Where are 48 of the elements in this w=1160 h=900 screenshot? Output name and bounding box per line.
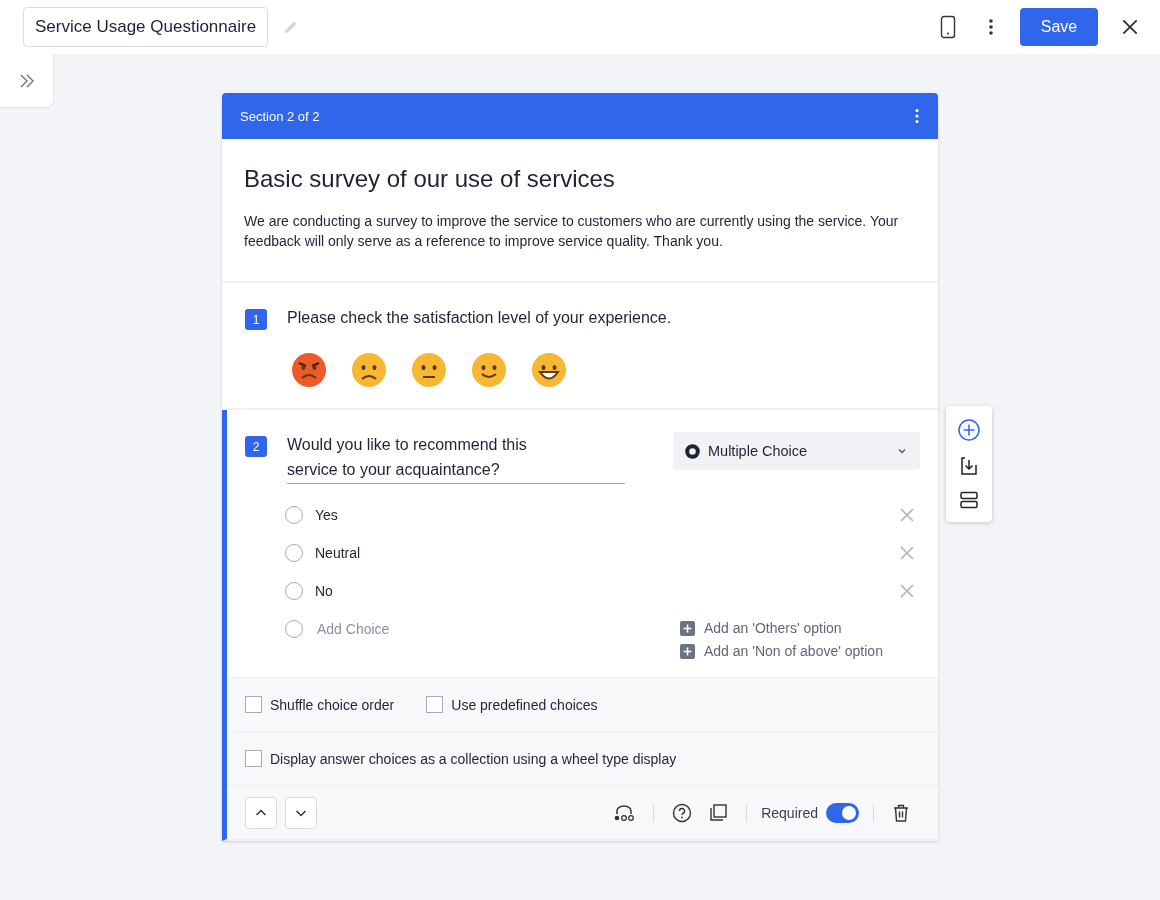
checkbox-label: Shuffle choice order	[270, 696, 395, 713]
choice-label: No	[315, 583, 334, 599]
add-option-link[interactable]: Add an 'Non of above' option	[680, 643, 920, 659]
question-text: Please check the satisfaction level of your experience.	[287, 308, 672, 328]
grinning-face-icon	[531, 352, 567, 388]
checkbox[interactable]	[426, 696, 444, 713]
copy-icon	[708, 802, 729, 823]
add-option-link[interactable]: Add an 'Others' option	[680, 620, 920, 636]
required-toggle[interactable]	[826, 802, 859, 823]
question-number: 2	[245, 436, 267, 457]
checkbox[interactable]	[245, 696, 262, 713]
close-icon	[898, 582, 916, 600]
move-up-button[interactable]	[245, 796, 277, 829]
close-icon	[898, 506, 916, 524]
form-title-field[interactable]: Service Usage Questionnaire	[23, 7, 269, 47]
choice-label: Neutral	[315, 545, 362, 561]
checkbox[interactable]	[245, 750, 262, 767]
choice-label: Yes	[315, 507, 339, 523]
plus-circle-icon	[957, 418, 981, 442]
trash-icon	[892, 802, 910, 823]
neutral-face-icon	[411, 352, 447, 388]
required-label: Required	[761, 804, 818, 821]
stacked-rows-icon	[959, 490, 979, 510]
smiling-face-icon	[471, 352, 507, 388]
checkbox-label: Display answer choices as a collection using a wheel type display	[270, 750, 677, 767]
angry-face-icon	[291, 352, 327, 388]
question-type-dropdown[interactable]: Multiple Choice	[673, 432, 920, 470]
vertical-dots-icon	[914, 108, 920, 124]
question-text-field[interactable]: Would you like to recommend this service to your acquaintance?	[287, 432, 625, 484]
section-label: Section 2 of 2	[240, 108, 320, 124]
phone-icon	[940, 15, 956, 39]
close-icon	[1120, 17, 1140, 37]
help-icon	[672, 802, 693, 823]
branch-icon	[613, 803, 636, 822]
import-icon	[959, 456, 979, 476]
plus-icon	[680, 643, 695, 659]
move-down-button[interactable]	[285, 796, 317, 829]
expand-sidebar-button[interactable]	[0, 54, 54, 108]
frowning-face-icon	[351, 352, 387, 388]
radio-icon	[685, 443, 700, 459]
vertical-dots-icon	[988, 18, 994, 36]
section-description: We are conducting a survey to improve the service to customers who are currently using the service. Your feedback will only serve as a reference to improve service quality. Thank you.	[244, 212, 900, 251]
section-title: Basic survey of our use of services	[244, 165, 616, 193]
question-number: 1	[245, 309, 267, 330]
checkbox-label: Use predefined choices	[451, 696, 598, 713]
save-button[interactable]: Save	[1020, 8, 1098, 46]
plus-icon	[680, 620, 695, 636]
close-icon	[898, 544, 916, 562]
